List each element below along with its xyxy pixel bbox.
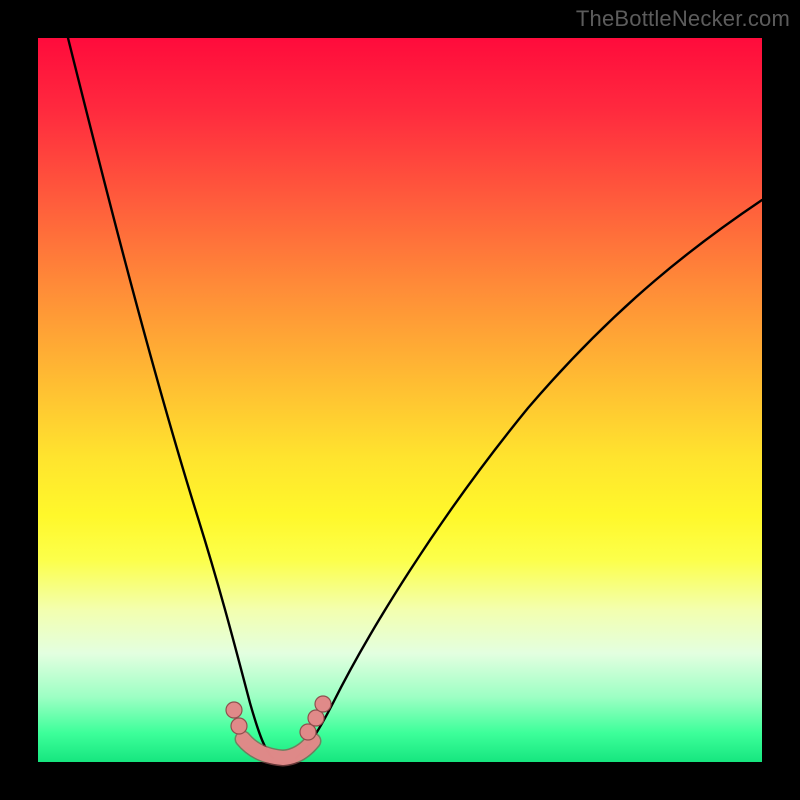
chart-svg xyxy=(38,38,762,762)
plot-area xyxy=(38,38,762,762)
marker-dot xyxy=(231,718,247,734)
chart-frame: TheBottleNecker.com xyxy=(0,0,800,800)
marker-dot xyxy=(315,696,331,712)
curve-group xyxy=(68,38,762,758)
marker-group xyxy=(226,696,331,758)
marker-dot xyxy=(226,702,242,718)
right-curve xyxy=(296,200,762,758)
marker-dot xyxy=(300,724,316,740)
left-curve xyxy=(68,38,273,758)
watermark-text: TheBottleNecker.com xyxy=(576,6,790,32)
